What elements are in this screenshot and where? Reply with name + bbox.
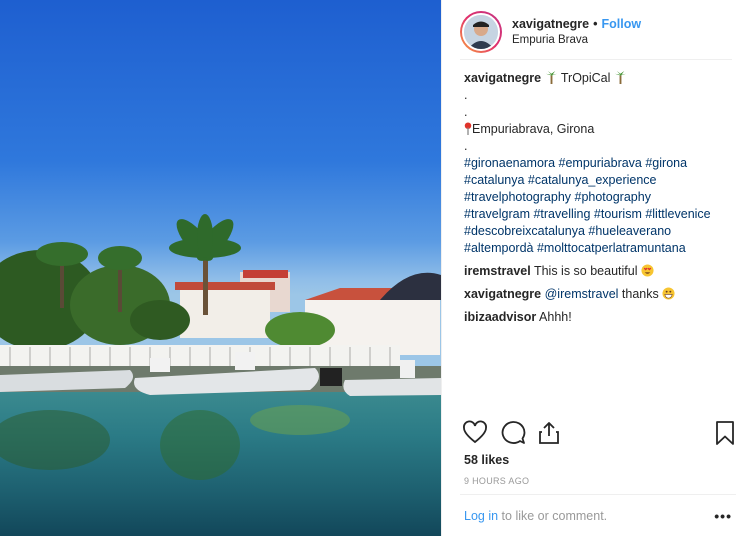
hashtag-line[interactable]: #descobreixcatalunya #hueleaverano (464, 223, 739, 240)
post-header: xavigatnegre • Follow Empuria Brava (460, 4, 732, 60)
post-detail-panel: xavigatnegre • Follow Empuria Brava xavi… (441, 0, 745, 536)
comment-username[interactable]: xavigatnegre (464, 287, 541, 301)
caption-dot: . (464, 105, 468, 119)
caption-place-line: Empuriabrava, Girona (464, 121, 739, 138)
caption-username[interactable]: xavigatnegre (464, 71, 541, 85)
location-pin-icon (464, 122, 472, 135)
caption-dot: . (464, 139, 468, 153)
hashtag-line[interactable]: #altempordà #molttocatperlatramuntana (464, 240, 739, 257)
post-location[interactable]: Empuria Brava (512, 34, 641, 46)
post-timestamp[interactable]: 9 HOURS AGO (464, 476, 529, 486)
comment-username[interactable]: ibizaadvisor (464, 310, 536, 324)
comment-item: xavigatnegre @iremstravel thanks (464, 286, 739, 303)
comment-text: This is so beautiful (533, 264, 638, 278)
heart-icon[interactable] (462, 420, 488, 446)
heart-eyes-emoji-icon (641, 264, 654, 277)
comment-icon[interactable] (500, 420, 526, 446)
bookmark-icon[interactable] (712, 420, 738, 446)
avatar[interactable] (460, 10, 502, 53)
comment-item: ibizaadvisor Ahhh! (464, 309, 739, 326)
likes-count[interactable]: 58 likes (464, 453, 509, 467)
comment-text: Ahhh! (539, 310, 572, 324)
comment-username[interactable]: iremstravel (464, 264, 531, 278)
more-options-icon[interactable]: ••• (714, 508, 736, 524)
hashtag-line[interactable]: #catalunya #catalunya_experience (464, 172, 739, 189)
action-bar (462, 420, 734, 446)
separator-dot: • (593, 17, 598, 31)
palm-tree-icon (545, 71, 557, 84)
post-photo[interactable] (0, 0, 441, 536)
post-photo-scene (0, 214, 441, 536)
comment-mention[interactable]: @iremstravel (545, 287, 619, 301)
comments-section: xavigatnegre TrOpiCal . . Empuriabrava, … (464, 70, 739, 326)
login-prompt-text: to like or comment. (501, 508, 608, 523)
caption-title-line: xavigatnegre TrOpiCal (464, 70, 739, 87)
login-prompt: Log in to like or comment. (464, 509, 607, 523)
avatar-image (462, 12, 500, 51)
hashtag-line[interactable]: #travelgram #travelling #tourism #little… (464, 206, 739, 223)
post-username[interactable]: xavigatnegre (512, 17, 589, 31)
follow-button[interactable]: Follow (602, 17, 642, 31)
hashtag-line[interactable]: #gironaenamora #empuriabrava #girona (464, 155, 739, 172)
share-icon[interactable] (536, 420, 562, 446)
hashtag-line[interactable]: #travelphotography #photography (464, 189, 739, 206)
comment-text: thanks (621, 287, 659, 301)
grinning-emoji-icon (662, 287, 675, 300)
caption-place: Empuriabrava, Girona (472, 122, 595, 136)
login-bar: Log in to like or comment. ••• (460, 494, 736, 536)
caption-title: TrOpiCal (560, 71, 611, 85)
login-link[interactable]: Log in (464, 509, 498, 523)
caption-dot: . (464, 88, 468, 102)
palm-tree-icon (614, 71, 626, 84)
comment-item: iremstravel This is so beautiful (464, 263, 739, 280)
